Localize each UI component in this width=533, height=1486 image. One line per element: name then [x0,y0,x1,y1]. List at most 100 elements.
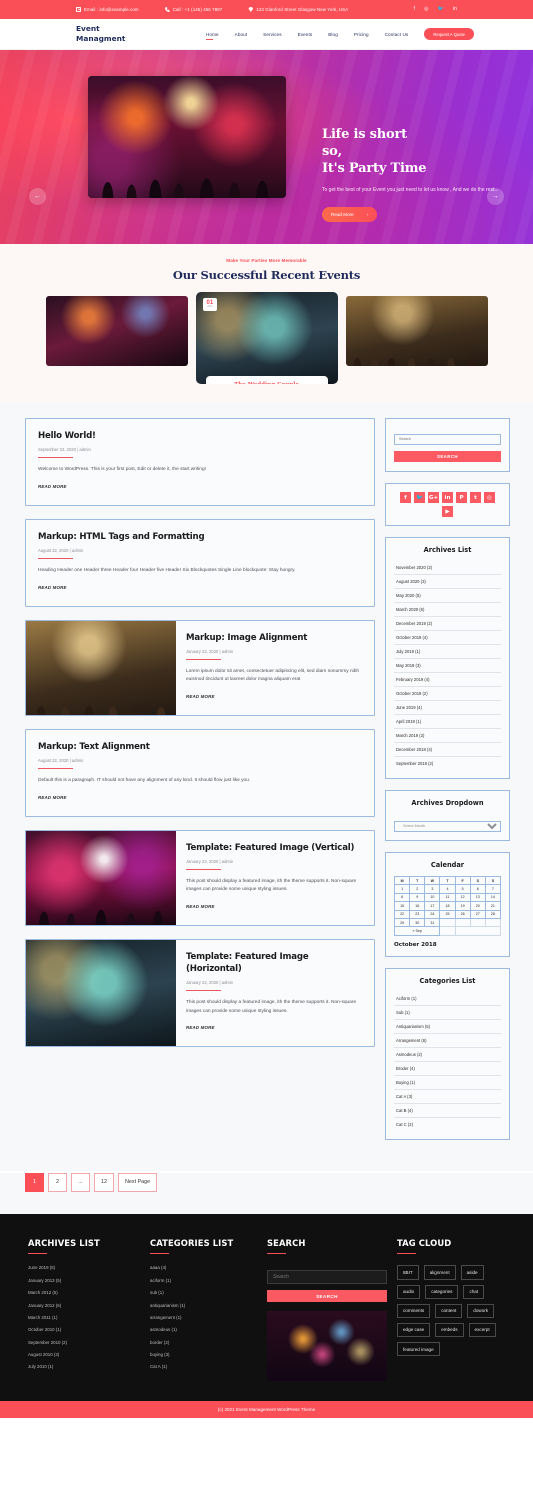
calendar-day-cell[interactable]: 18 [439,901,456,911]
list-item[interactable]: June 2019 (4) [394,701,501,715]
list-item[interactable]: Broder (4) [394,1062,501,1076]
post-title[interactable]: Template: Featured Image (Horizontal) [186,951,362,975]
list-item[interactable]: January 2013 (5) [28,1278,140,1283]
calendar-day-cell[interactable]: 11 [439,892,456,903]
list-item[interactable]: March 2020 (6) [394,603,501,617]
calendar-day-cell[interactable]: 5 [454,884,471,894]
post-read-more-link[interactable]: READ MORE [186,1025,215,1030]
calendar-day-cell[interactable]: 26 [454,909,471,919]
pagination-page-1[interactable]: 1 [25,1172,44,1192]
topbar-email[interactable]: Email : info@example.com [76,7,139,12]
facebook-icon[interactable]: f [414,7,416,12]
calendar-day-cell[interactable]: 8 [393,892,411,903]
calendar-day-cell[interactable]: 17 [424,901,441,911]
list-item[interactable]: aaaa (4) [150,1265,257,1270]
post-title[interactable]: Markup: Text Alignment [38,741,362,753]
footer-search-button[interactable]: SEARCH [267,1290,387,1303]
list-item[interactable]: October 2019 (2) [394,687,501,701]
instagram-icon[interactable]: ◎ [424,7,428,12]
list-item[interactable]: October 2010 (1) [28,1327,140,1332]
list-item[interactable]: buying (3) [150,1352,257,1357]
post-read-more-link[interactable]: READ MORE [38,795,67,800]
topbar-phone[interactable]: Call : +1 (145) 456 7887 [164,7,223,12]
list-item[interactable]: May 2020 (5) [394,589,501,603]
calendar-day-cell[interactable]: 14 [484,892,502,903]
tag-item[interactable]: dowork [467,1303,495,1318]
calendar-day-cell[interactable]: 19 [454,901,471,911]
list-item[interactable]: December 2018 (4) [394,743,501,757]
post-thumbnail[interactable] [26,830,176,926]
slider-next-arrow-icon[interactable]: → [487,188,504,205]
list-item[interactable]: May 2019 (3) [394,659,501,673]
post-title[interactable]: Template: Featured Image (Vertical) [186,842,362,854]
post-read-more-link[interactable]: READ MORE [186,694,215,699]
calendar-day-cell[interactable]: 27 [469,909,486,919]
post-thumbnail[interactable] [26,939,176,1046]
list-item[interactable]: March 2011 (1) [28,1315,140,1320]
tag-item[interactable]: audio [397,1284,421,1299]
post-title[interactable]: Markup: Image Alignment [186,632,362,644]
calendar-day-cell[interactable]: 10 [424,892,441,903]
calendar-day-cell[interactable]: 12 [454,892,471,903]
calendar-day-cell[interactable]: 9 [409,892,426,903]
tag-item[interactable]: comments [397,1303,431,1318]
calendar-day-cell[interactable]: 23 [409,909,426,919]
list-item[interactable]: July 2010 (1) [28,1364,140,1369]
nav-item-about[interactable]: About [235,32,248,37]
calendar-prev-month-link[interactable]: « Sep [393,926,441,936]
list-item[interactable]: Sub (1) [394,1006,501,1020]
calendar-day-cell[interactable]: 6 [469,884,486,894]
linkedin-icon[interactable]: in [453,7,457,12]
site-logo[interactable]: Event Managment [76,24,146,44]
post-title[interactable]: Hello World! [38,430,362,442]
pinterest-icon[interactable]: P [456,492,467,503]
pagination-ellipsis[interactable]: ... [71,1172,90,1192]
tag-item[interactable]: aside [460,1265,484,1280]
calendar-day-cell[interactable]: 22 [393,909,411,919]
linkedin-icon[interactable]: in [442,492,453,503]
calendar-day-cell[interactable]: 31 [424,917,441,928]
list-item[interactable]: border (2) [150,1340,257,1345]
list-item[interactable]: July 2019 (1) [394,645,501,659]
post-thumbnail[interactable] [26,620,176,716]
event-card[interactable] [45,296,188,366]
list-item[interactable]: Cat C (2) [394,1118,501,1131]
list-item[interactable]: October 2019 (4) [394,631,501,645]
calendar-day-cell[interactable]: 4 [439,884,456,894]
list-item[interactable]: September 2010 (2) [28,1340,140,1345]
google-plus-icon[interactable]: G+ [428,492,439,503]
tag-item[interactable]: edge case [397,1322,431,1338]
nav-item-services[interactable]: Services [263,32,281,37]
list-item[interactable]: August 2020 (3) [394,575,501,589]
pagination-next-page[interactable]: Next Page [118,1172,158,1192]
post-read-more-link[interactable]: READ MORE [38,585,67,590]
list-item[interactable]: Asmodeus (2) [394,1048,501,1062]
list-item[interactable]: November 2020 (2) [394,561,501,575]
list-item[interactable]: Cat A (3) [394,1090,501,1104]
nav-item-home[interactable]: Home [206,32,219,40]
calendar-day-cell[interactable]: 28 [484,909,502,919]
calendar-day-cell[interactable]: 30 [409,917,426,928]
tumblr-icon[interactable]: t [470,492,481,503]
calendar-day-cell[interactable]: 1 [393,884,411,894]
calendar-day-cell[interactable]: 25 [439,909,456,919]
event-card[interactable] [345,296,488,366]
list-item[interactable]: Antiquarianism (5) [394,1020,501,1034]
list-item[interactable]: arrangement (1) [150,1315,257,1320]
calendar-day-cell[interactable]: 13 [469,892,486,903]
calendar-day-cell[interactable]: 21 [484,901,502,911]
list-item[interactable]: January 2012 (6) [28,1303,140,1308]
tag-item[interactable]: featured image [397,1342,440,1357]
calendar-day-cell[interactable]: 16 [409,901,426,911]
event-card-featured[interactable]: 01 JAN The Wedding Couple Lorem Ipsum is… [195,292,338,384]
nav-item-events[interactable]: Events [298,32,313,37]
calendar-day-cell[interactable]: 7 [484,884,502,894]
nav-item-contact-us[interactable]: Contact Us [385,32,409,37]
nav-item-blog[interactable]: Blog [328,32,338,37]
list-item[interactable]: Buying (1) [394,1076,501,1090]
tag-item[interactable]: embeds [435,1322,464,1338]
list-item[interactable]: February 2019 (4) [394,673,501,687]
post-read-more-link[interactable]: READ MORE [38,484,67,489]
instagram-icon[interactable]: ◎ [484,492,495,503]
pagination-page-12[interactable]: 12 [94,1172,114,1192]
